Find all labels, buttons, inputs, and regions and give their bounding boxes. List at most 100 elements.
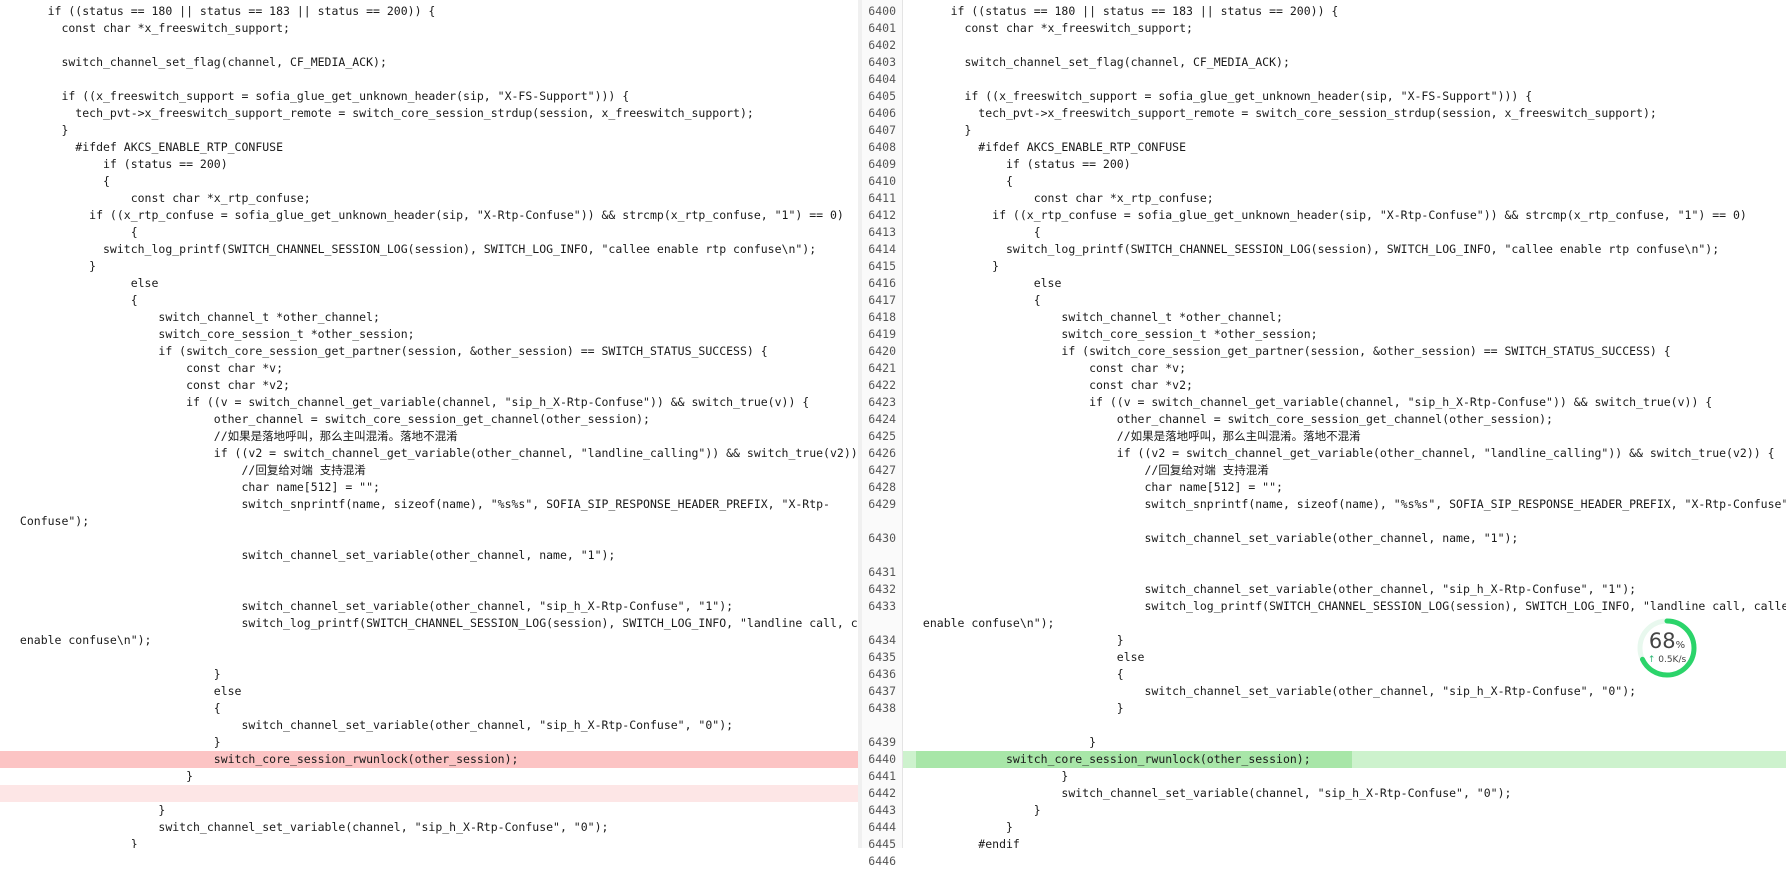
line-number: 6430 [868,531,896,545]
line-number: 6428 [868,480,896,494]
line-number: 6426 [868,446,896,460]
right-diff-pane: if ((status == 180 || status == 183 || s… [903,0,1786,848]
line-number: 6413 [868,225,896,239]
code-line: //如果是落地呼叫，那么主叫混淆。落地不混淆 [916,429,1361,443]
code-line: other_channel = switch_core_session_get_… [916,412,1553,426]
line-number: 6405 [868,89,896,103]
code-line: #ifdef AKCS_ENABLE_RTP_CONFUSE [916,140,1187,154]
line-number: 6406 [868,106,896,120]
code-line: switch_channel_set_flag(channel, CF_MEDI… [13,55,387,69]
line-number: 6435 [868,650,896,664]
line-number: 6444 [868,820,896,834]
code-line: switch_channel_set_variable(other_channe… [13,548,616,562]
line-number: 6416 [868,276,896,290]
code-line: const char *v; [916,361,1187,375]
code-line: } [13,769,194,783]
code-line: } [916,803,1041,817]
code-line: switch_core_session_t *other_session; [916,327,1318,341]
code-line: if (status == 200) [13,157,228,171]
code-line: switch_channel_set_flag(channel, CF_MEDI… [916,55,1290,69]
line-number: 6422 [868,378,896,392]
line-number [862,513,896,530]
code-line: } [916,701,1124,715]
code-line: switch_snprintf(name, sizeof(name), "%s%… [13,497,830,511]
line-number: 6403 [868,55,896,69]
code-line: switch_channel_set_variable(other_channe… [916,531,1519,545]
code-line: switch_log_printf(SWITCH_CHANNEL_SESSION… [916,599,1786,613]
code-line: switch_channel_set_variable(other_channe… [13,599,734,613]
code-line: if (switch_core_session_get_partner(sess… [13,344,768,358]
code-line: } [916,769,1069,783]
line-number [862,717,896,734]
code-line: tech_pvt->x_freeswitch_support_remote = … [916,106,1657,120]
line-number: 6400 [868,4,896,18]
code-line: //回复给对端 支持混淆 [13,463,366,477]
code-line: if ((v = switch_channel_get_variable(cha… [916,395,1713,409]
code-line: Confuse"); [13,514,90,528]
code-line: } [13,259,97,273]
code-line: enable confuse\n"); [13,633,152,647]
code-line: } [13,803,166,817]
code-line: if ((x_rtp_confuse = sofia_glue_get_unkn… [916,208,1747,222]
line-number: 6440 [868,752,896,766]
line-number: 6427 [868,463,896,477]
code-line: const char *v; [13,361,284,375]
code-line: switch_core_session_t *other_session; [13,327,415,341]
code-line: switch_log_printf(SWITCH_CHANNEL_SESSION… [13,242,817,256]
network-speed-widget[interactable]: 68% ↑ 0.5K/s [1636,617,1698,679]
code-line: char name[512] = ""; [916,480,1283,494]
line-number [862,547,896,564]
speed-percent-value: 68 [1648,629,1676,653]
line-number: 6424 [868,412,896,426]
code-line: //如果是落地呼叫，那么主叫混淆。落地不混淆 [13,429,458,443]
line-number: 6407 [868,123,896,137]
code-line: else [916,276,1062,290]
line-number: 6434 [868,633,896,647]
line-number: 6423 [868,395,896,409]
code-line: if ((status == 180 || status == 183 || s… [916,4,1339,18]
code-line: { [13,293,138,307]
line-number: 6429 [868,497,896,511]
line-number: 6404 [868,72,896,86]
line-number: 6441 [868,769,896,783]
code-line: //回复给对端 支持混淆 [916,463,1269,477]
line-number: 6421 [868,361,896,375]
speed-rate: ↑ 0.5K/s [1636,655,1698,665]
line-number: 6415 [868,259,896,273]
code-line: } [13,123,69,137]
line-number: 6443 [868,803,896,817]
code-line: if ((x_rtp_confuse = sofia_glue_get_unkn… [13,208,844,222]
code-line: switch_channel_set_variable(other_channe… [916,582,1637,596]
code-line: } [916,820,1013,834]
code-line: { [916,225,1041,239]
code-line: } [13,735,221,749]
code-line: if ((status == 180 || status == 183 || s… [13,4,436,18]
line-number: 6432 [868,582,896,596]
code-line: const char *v2; [916,378,1193,392]
code-line: if ((x_freeswitch_support = sofia_glue_g… [916,89,1533,103]
code-line: tech_pvt->x_freeswitch_support_remote = … [13,106,754,120]
code-line: if (switch_core_session_get_partner(sess… [916,344,1671,358]
code-line: const char *x_rtp_confuse; [916,191,1214,205]
line-number: 6410 [868,174,896,188]
speed-percent: 68% [1636,629,1698,653]
code-line: switch_log_printf(SWITCH_CHANNEL_SESSION… [13,616,858,630]
line-number: 6445 [868,837,896,851]
code-line: switch_channel_set_variable(channel, "si… [13,820,609,834]
line-number: 6411 [868,191,896,205]
line-number: 6436 [868,667,896,681]
line-number: 6417 [868,293,896,307]
line-number [862,615,896,632]
code-line: } [13,837,138,848]
line-number: 6409 [868,157,896,171]
code-line: if (status == 200) [916,157,1131,171]
code-line: } [916,123,972,137]
added-code-line: switch_core_session_rwunlock(other_sessi… [903,751,1786,768]
